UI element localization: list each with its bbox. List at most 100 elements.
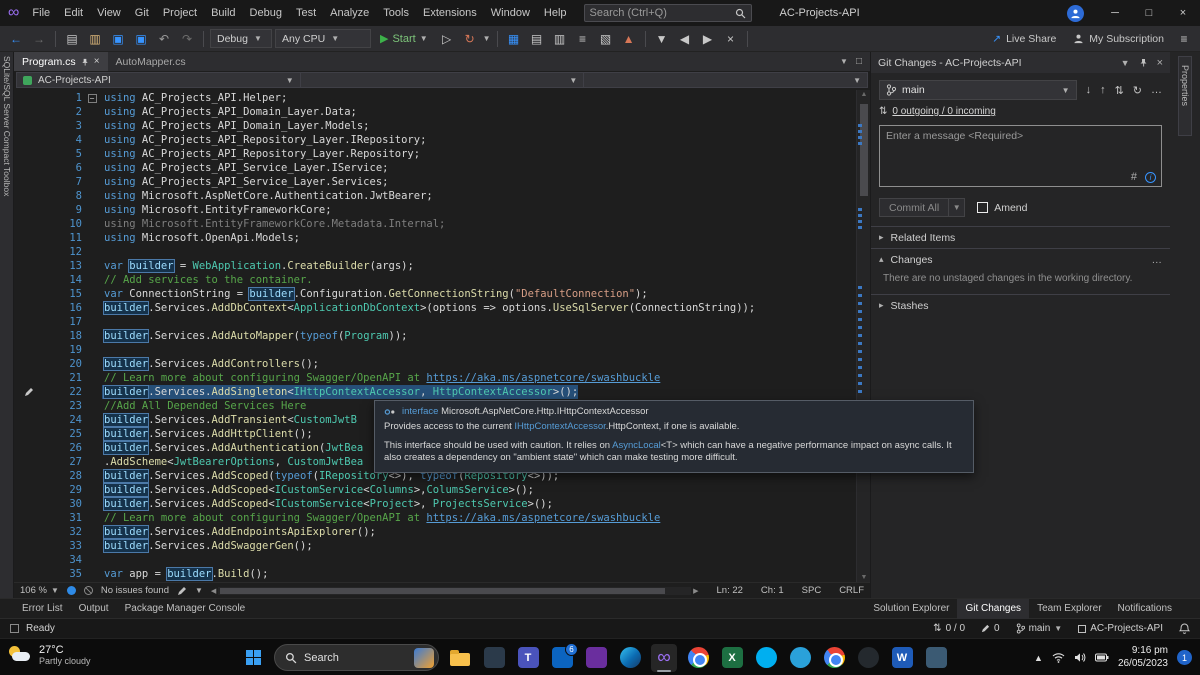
pin-icon[interactable] xyxy=(1139,58,1148,67)
issue-hash-icon[interactable]: # xyxy=(1131,171,1137,183)
feedback-icon[interactable]: ≡ xyxy=(1174,29,1194,49)
float-window-icon[interactable]: □ xyxy=(856,56,862,67)
menu-debug[interactable]: Debug xyxy=(243,0,289,26)
undo-icon[interactable]: ↶ xyxy=(154,29,174,49)
vertical-scrollbar[interactable]: ▲ ▼ xyxy=(856,90,870,582)
outlook-icon[interactable]: 6 xyxy=(549,644,575,672)
quick-actions-icon[interactable] xyxy=(14,385,44,399)
sync-status-link[interactable]: 0 outgoing / 0 incoming xyxy=(892,106,995,117)
hot-reload-icon[interactable]: ↻ xyxy=(460,29,480,49)
scroll-down-icon[interactable]: ▼ xyxy=(857,574,870,581)
menu-view[interactable]: View xyxy=(90,0,128,26)
panel-tab-package-manager-console[interactable]: Package Manager Console xyxy=(117,599,254,619)
edge-icon[interactable] xyxy=(617,644,643,672)
start-without-debugging-icon[interactable]: ▷ xyxy=(437,29,457,49)
push-icon[interactable]: ↑ xyxy=(1100,84,1106,96)
chevron-down-icon[interactable]: ▼ xyxy=(1121,58,1130,68)
clock[interactable]: 9:16 pm 26/05/2023 xyxy=(1118,645,1168,670)
menu-project[interactable]: Project xyxy=(156,0,204,26)
calculator-icon[interactable] xyxy=(923,644,949,672)
save-icon[interactable]: ▣ xyxy=(108,29,128,49)
more-actions-icon[interactable]: … xyxy=(1151,84,1162,96)
current-repository[interactable]: AC-Projects-API xyxy=(1078,623,1163,634)
next-bookmark-icon[interactable]: ▶ xyxy=(698,29,718,49)
panel-tab-error-list[interactable]: Error List xyxy=(14,599,71,619)
type-dropdown[interactable]: ▼ xyxy=(301,73,585,87)
scroll-right-icon[interactable]: ▶ xyxy=(693,587,698,595)
hidden-icons-chevron[interactable]: ▲ xyxy=(1034,653,1043,663)
firefox-icon[interactable] xyxy=(821,644,847,672)
fold-collapse-icon[interactable]: − xyxy=(82,91,102,105)
navigate-back-icon[interactable]: ← xyxy=(6,29,26,49)
solution-platform-dropdown[interactable]: Any CPU▼ xyxy=(275,29,371,48)
close-icon[interactable]: × xyxy=(94,56,100,67)
pending-edits[interactable]: 0 xyxy=(981,623,1000,634)
open-file-icon[interactable]: ▥ xyxy=(85,29,105,49)
code-editor[interactable]: 1−using AC_Projects_API.Helper;2using AC… xyxy=(14,90,870,582)
solution-configuration-dropdown[interactable]: Debug▼ xyxy=(210,29,272,48)
notification-count-badge[interactable]: 1 xyxy=(1177,650,1192,665)
menu-tools[interactable]: Tools xyxy=(376,0,416,26)
navigate-symbols-icon[interactable]: ≡ xyxy=(573,29,593,49)
sqlite-toolbox-tab[interactable]: SQLite/SQL Server Compact Toolbox xyxy=(2,52,12,196)
tool-tab-git-changes[interactable]: Git Changes xyxy=(957,599,1029,619)
refresh-icon[interactable]: ↻ xyxy=(1133,84,1142,97)
wifi-icon[interactable] xyxy=(1052,652,1065,663)
new-file-icon[interactable]: ▤ xyxy=(62,29,82,49)
save-all-icon[interactable]: ▣ xyxy=(131,29,151,49)
more-actions-icon[interactable]: … xyxy=(1152,254,1163,266)
zoom-level-dropdown[interactable]: 106 % ▼ xyxy=(20,585,59,596)
github-icon[interactable] xyxy=(855,644,881,672)
onenote-icon[interactable] xyxy=(583,644,609,672)
changes-section[interactable]: ▴ Changes … xyxy=(871,248,1170,270)
tool-tab-solution-explorer[interactable]: Solution Explorer xyxy=(865,599,957,619)
scroll-left-icon[interactable]: ◀ xyxy=(211,587,216,595)
scrollbar-thumb[interactable] xyxy=(860,104,868,196)
word-icon[interactable]: W xyxy=(889,644,915,672)
menu-test[interactable]: Test xyxy=(289,0,323,26)
close-icon[interactable]: × xyxy=(1157,57,1163,69)
navigate-forward-icon[interactable]: → xyxy=(29,29,49,49)
member-dropdown[interactable]: ▼ xyxy=(584,73,867,87)
database-icon[interactable]: ▦ xyxy=(504,29,524,49)
related-items-section[interactable]: ▸ Related Items xyxy=(871,226,1170,248)
pin-icon[interactable] xyxy=(81,58,89,66)
background-tasks-icon[interactable] xyxy=(10,624,19,633)
menu-edit[interactable]: Edit xyxy=(57,0,90,26)
menu-window[interactable]: Window xyxy=(484,0,537,26)
scrollbar-thumb[interactable] xyxy=(220,588,664,594)
menu-analyze[interactable]: Analyze xyxy=(323,0,376,26)
split-window-icon[interactable]: ▥ xyxy=(550,29,570,49)
teams-icon[interactable]: T xyxy=(515,644,541,672)
close-button[interactable]: × xyxy=(1166,0,1200,26)
start-debugging-button[interactable]: ▶ Start ▼ xyxy=(374,29,434,49)
weather-widget[interactable]: 27°C Partly cloudy xyxy=(8,644,91,666)
commit-all-button[interactable]: Commit All ▼ xyxy=(879,198,965,217)
tab-program-cs[interactable]: Program.cs× xyxy=(14,52,108,71)
properties-tab[interactable]: Properties xyxy=(1178,56,1192,136)
project-dropdown[interactable]: AC-Projects-API ▼ xyxy=(17,73,301,87)
tab-automapper-cs[interactable]: AutoMapper.cs xyxy=(108,52,194,71)
intellicode-status-icon[interactable] xyxy=(67,586,76,595)
clear-bookmarks-icon[interactable]: × xyxy=(721,29,741,49)
menu-extensions[interactable]: Extensions xyxy=(416,0,484,26)
show-output-icon[interactable]: ▤ xyxy=(527,29,547,49)
menu-git[interactable]: Git xyxy=(128,0,156,26)
scroll-up-icon[interactable]: ▲ xyxy=(857,91,870,98)
telegram-icon[interactable] xyxy=(787,644,813,672)
chevron-down-icon[interactable]: ▼ xyxy=(949,198,965,217)
performance-icon[interactable]: ▧ xyxy=(596,29,616,49)
menu-help[interactable]: Help xyxy=(537,0,574,26)
bookmark-icon[interactable]: ▼ xyxy=(652,29,672,49)
commit-message-input[interactable]: Enter a message <Required> # i xyxy=(879,125,1162,187)
notifications-bell[interactable] xyxy=(1179,623,1190,635)
tool-tab-team-explorer[interactable]: Team Explorer xyxy=(1029,599,1109,619)
notepad-icon[interactable] xyxy=(481,644,507,672)
amend-checkbox[interactable]: Amend xyxy=(977,202,1027,214)
file-explorer-icon[interactable] xyxy=(447,644,473,672)
active-files-dropdown-icon[interactable]: ▼ xyxy=(840,57,848,66)
live-share-button[interactable]: ↗ Live Share xyxy=(985,33,1063,45)
sync-counts[interactable]: ⇅ 0 / 0 xyxy=(933,623,965,634)
battery-icon[interactable] xyxy=(1095,653,1109,662)
minimize-button[interactable]: ─ xyxy=(1098,0,1132,26)
